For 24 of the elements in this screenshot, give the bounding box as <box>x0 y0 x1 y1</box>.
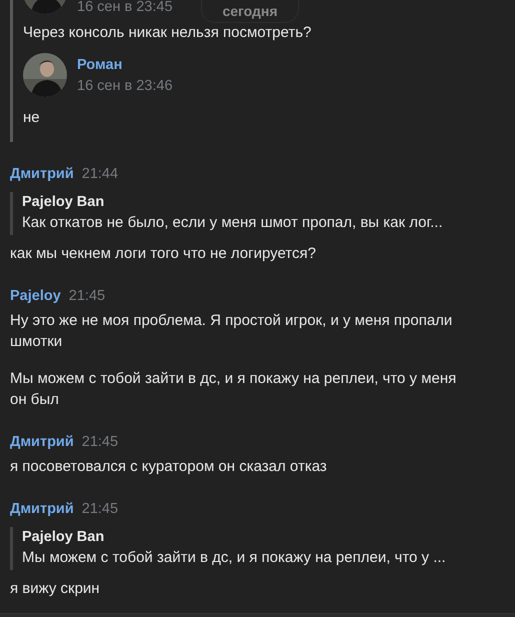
message-time: 21:45 <box>82 501 118 517</box>
message-time: 16 сен в 23:46 <box>77 78 173 94</box>
author-name[interactable]: Роман <box>77 56 173 72</box>
message-text: я посоветовался с куратором он сказал отказ <box>10 457 328 477</box>
quoted-message[interactable]: Pajeloy Ban Как откатов не было, если у меня шмот пропал, вы как лог... <box>10 192 505 235</box>
quoted-message[interactable]: Pajeloy Ban Мы можем с тобой зайти в дс, и я покажу на реплеи, что у ... <box>10 527 505 570</box>
message-text: я вижу скрин <box>10 579 101 599</box>
quote-text: Мы можем с тобой зайти в дс, и я покажу на реплеи, что у ... <box>22 548 447 568</box>
author-name[interactable]: Дмитрий <box>10 166 74 182</box>
quote-author: Pajeloy Ban <box>22 529 106 545</box>
quote-author: Pajeloy Ban <box>22 194 106 210</box>
quote-text: Как откатов не было, если у меня шмот пропал, вы как лог... <box>22 213 444 233</box>
message-time: 21:44 <box>82 166 118 182</box>
message-time: 21:45 <box>68 288 106 304</box>
message-text: Ну это же не моя проблема. Я простой игрок, и у меня пропали шмотки <box>10 311 454 352</box>
message-time: 16 сен в 23:45 <box>77 0 173 15</box>
author-name[interactable]: Дмитрий <box>10 434 74 450</box>
message-text: как мы чекнем логи того что не логируется? <box>10 244 317 264</box>
message-text: Мы можем с тобой зайти в дс, и я покажу на реплеи, что у меня он был <box>10 369 458 410</box>
author-name[interactable]: Дмитрий <box>10 501 74 517</box>
author-name[interactable]: Pajeloy <box>10 288 61 304</box>
message-text: Через консоль никак нельзя посмотреть? <box>23 23 312 43</box>
message-text: не <box>23 108 41 128</box>
message-time: 21:45 <box>82 434 118 450</box>
